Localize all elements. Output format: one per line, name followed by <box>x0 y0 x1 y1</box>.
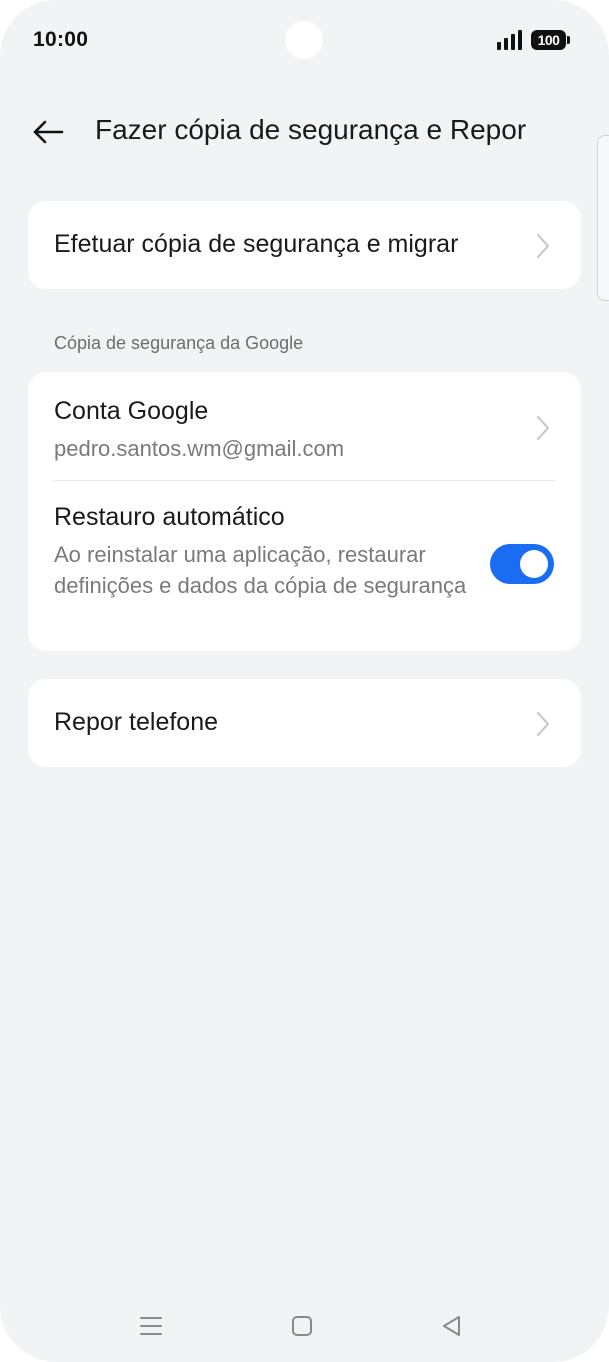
chevron-right-icon <box>537 234 549 258</box>
backup-migrate-card: Efetuar cópia de segurança e migrar <box>28 201 581 289</box>
google-account-email: pedro.santos.wm@gmail.com <box>54 436 345 461</box>
chevron-right-icon <box>537 416 549 440</box>
backup-migrate-label: Efetuar cópia de segurança e migrar <box>54 230 459 258</box>
google-account-title: Conta Google <box>54 397 209 425</box>
reset-phone-label: Repor telefone <box>54 708 219 736</box>
backup-migrate-item[interactable]: Efetuar cópia de segurança e migrar <box>28 201 581 289</box>
google-backup-section-label: Cópia de segurança da Google <box>54 333 304 353</box>
triangle-back-icon <box>443 1316 460 1336</box>
auto-restore-toggle[interactable] <box>490 544 554 584</box>
reset-phone-item[interactable]: Repor telefone <box>28 679 581 767</box>
home-button[interactable] <box>282 1306 322 1346</box>
signal-bars-icon <box>497 30 522 50</box>
camera-cutout <box>285 21 323 59</box>
nav-back-button[interactable] <box>431 1306 471 1346</box>
chevron-right-icon <box>537 712 549 736</box>
toggle-knob <box>520 550 548 578</box>
scroll-indicator[interactable] <box>597 135 609 301</box>
auto-restore-description: Ao reinstalar uma aplicação, restaurar d… <box>54 542 467 598</box>
screen: 10:00 100 Fazer cópia de segurança e Rep… <box>0 0 609 1362</box>
status-time: 10:00 <box>33 28 89 51</box>
recent-apps-button[interactable] <box>131 1306 171 1346</box>
auto-restore-title: Restauro automático <box>54 503 285 531</box>
arrow-left-icon <box>33 120 64 144</box>
page-title: Fazer cópia de segurança e Repor <box>95 114 527 145</box>
google-backup-card: Conta Google pedro.santos.wm@gmail.com R… <box>28 372 581 651</box>
battery-indicator: 100 <box>531 30 570 50</box>
square-home-icon <box>292 1316 312 1336</box>
google-account-item[interactable]: Conta Google pedro.santos.wm@gmail.com <box>28 372 581 480</box>
back-button[interactable] <box>26 110 70 154</box>
menu-lines-icon <box>140 1317 162 1335</box>
reset-phone-card: Repor telefone <box>28 679 581 767</box>
